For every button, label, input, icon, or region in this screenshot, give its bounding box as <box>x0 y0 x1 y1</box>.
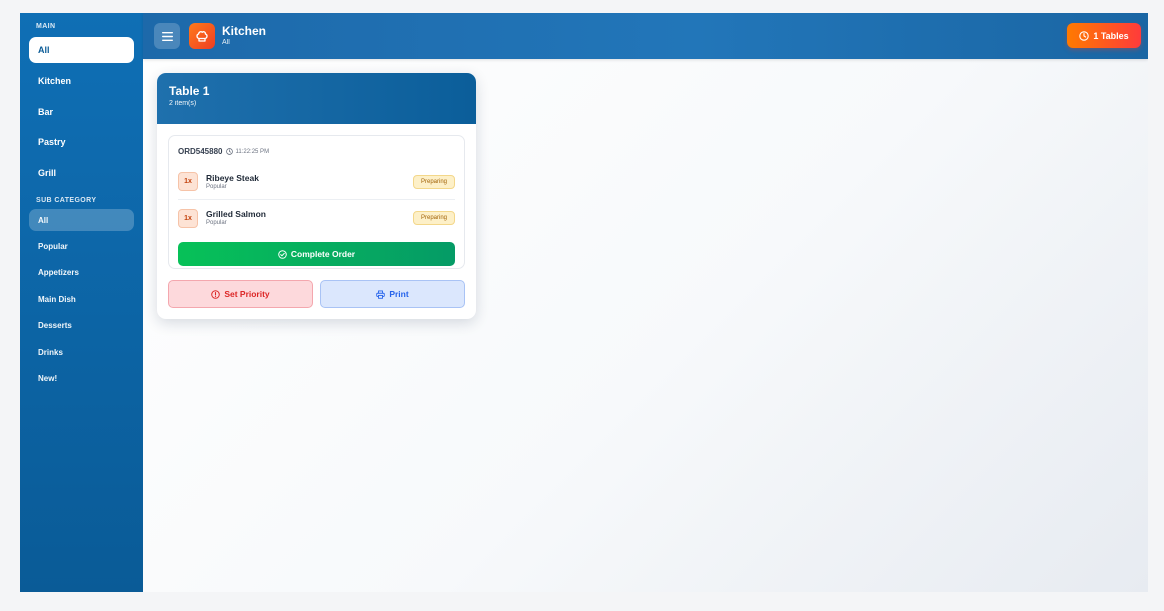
status-badge[interactable]: Preparing <box>412 175 455 189</box>
sidebar-sub-category-title: SUB CATEGORY <box>36 197 97 205</box>
clock-icon <box>1079 30 1090 41</box>
card-actions: Set Priority Print <box>168 280 465 308</box>
sidebar-item-bar[interactable]: Bar <box>29 99 134 125</box>
complete-order-label: Complete Order <box>290 249 356 259</box>
sub-category-desserts[interactable]: Desserts <box>29 315 134 337</box>
item-category: Popular <box>206 220 227 226</box>
sub-category-label: Desserts <box>38 321 72 331</box>
sub-category-label: Appetizers <box>38 268 79 278</box>
print-label: Print <box>389 289 409 299</box>
order-box: ORD545880 11:22:25 PM 1x Ribeye Steak Po… <box>168 135 465 269</box>
check-circle-icon <box>278 249 287 259</box>
sidebar-item-kitchen[interactable]: Kitchen <box>29 68 134 94</box>
sub-category-label: New! <box>38 374 58 384</box>
print-button[interactable]: Print <box>320 280 465 308</box>
clock-icon <box>226 148 234 155</box>
sub-category-appetizers[interactable]: Appetizers <box>29 262 134 284</box>
complete-order-button[interactable]: Complete Order <box>178 242 455 266</box>
item-category: Popular <box>206 183 227 190</box>
sidebar-item-label: Grill <box>38 168 57 179</box>
item-name: Grilled Salmon <box>206 209 266 219</box>
sidebar-item-all[interactable]: All <box>29 37 134 63</box>
sidebar-item-label: All <box>38 45 50 55</box>
sidebar-item-label: Pastry <box>38 137 66 148</box>
table-card-header: Table 1 2 item(s) <box>157 73 476 124</box>
set-priority-button[interactable]: Set Priority <box>168 280 313 308</box>
sub-category-main-dish[interactable]: Main Dish <box>29 288 134 310</box>
table-title: Table 1 <box>169 84 210 98</box>
item-quantity: 1x <box>178 208 198 228</box>
sidebar-item-grill[interactable]: Grill <box>29 160 134 186</box>
page-title: Kitchen <box>222 24 267 38</box>
app-window: MAIN All Kitchen Bar Pastry Grill SUB CA… <box>20 13 1148 592</box>
sub-category-drinks[interactable]: Drinks <box>29 341 134 363</box>
printer-icon <box>376 289 386 299</box>
order-item: 1x Ribeye Steak Popular Preparing <box>178 164 455 200</box>
item-quantity: 1x <box>178 172 198 191</box>
item-text: Grilled Salmon Popular <box>206 209 266 227</box>
page-subtitle: All <box>222 39 230 46</box>
sub-category-label: Popular <box>38 242 68 252</box>
tables-count-button[interactable]: 1 Tables <box>1067 23 1141 48</box>
table-card: Table 1 2 item(s) ORD545880 11:22:25 PM … <box>157 73 476 319</box>
brand-text: Kitchen All <box>222 25 266 47</box>
sidebar-item-pastry[interactable]: Pastry <box>29 129 134 155</box>
top-bar: Kitchen All 1 Tables <box>143 13 1148 59</box>
status-badge[interactable]: Preparing <box>412 211 455 225</box>
chef-hat-icon <box>195 29 209 43</box>
item-text: Ribeye Steak Popular <box>206 173 259 191</box>
main-content: Kitchen All 1 Tables Table 1 2 item(s) O… <box>143 13 1148 592</box>
sidebar-item-label: Kitchen <box>38 75 72 86</box>
set-priority-label: Set Priority <box>224 289 270 299</box>
order-time-text: 11:22:25 PM <box>235 148 270 155</box>
sub-category-all[interactable]: All <box>29 209 134 232</box>
menu-button[interactable] <box>154 23 180 49</box>
sub-category-label: Drinks <box>38 347 63 357</box>
brand-logo <box>189 23 215 49</box>
sub-category-label: Main Dish <box>38 294 76 304</box>
tables-count-label: 1 Tables <box>1093 30 1129 41</box>
sub-category-popular[interactable]: Popular <box>29 236 134 258</box>
table-item-count: 2 item(s) <box>169 100 197 107</box>
item-name: Ribeye Steak <box>206 172 259 183</box>
order-header: ORD545880 11:22:25 PM <box>178 136 455 164</box>
alert-circle-icon <box>211 289 221 299</box>
hamburger-icon <box>161 31 173 41</box>
order-item: 1x Grilled Salmon Popular Preparing <box>178 200 455 236</box>
sidebar-main-title: MAIN <box>36 23 56 30</box>
sidebar: MAIN All Kitchen Bar Pastry Grill SUB CA… <box>20 13 143 592</box>
sub-category-label: All <box>38 215 49 225</box>
order-id: ORD545880 <box>178 147 223 156</box>
sidebar-item-label: Bar <box>38 106 54 117</box>
sub-category-new[interactable]: New! <box>29 368 134 390</box>
order-time: 11:22:25 PM <box>226 148 269 155</box>
